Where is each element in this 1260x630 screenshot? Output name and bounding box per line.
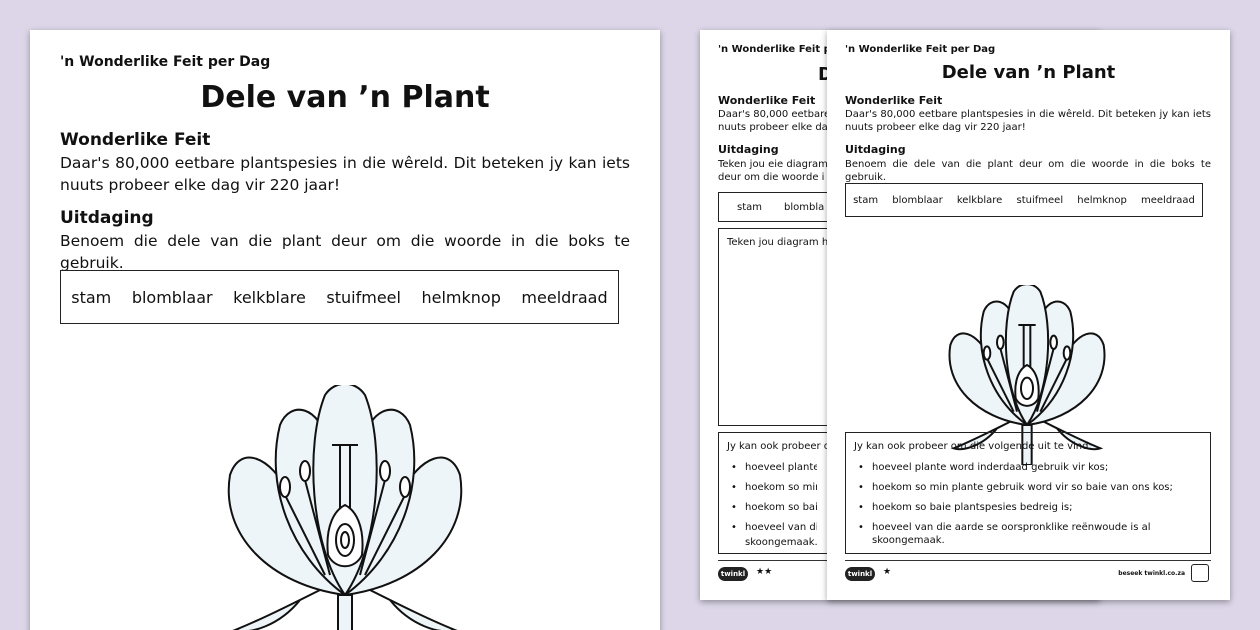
fact-text: Daar's 80,000 eetbare plantspesies in di… [60,154,630,194]
challenge-heading: Uitdaging [845,143,906,156]
twinkl-logo: twinkl [718,567,748,581]
series-label: 'n Wonderlike Feit per Dag [845,44,996,55]
flower-diagram [227,385,463,630]
fact-text: Daar's 80,000 eetbare plantspesies in di… [845,109,1211,133]
list-item: hoeveel plante word inderdaad gebruik vi… [854,461,1174,474]
challenge-text: Benoem die dele van die plant deur om di… [845,159,1211,183]
fact-heading: Wonderlike Feit [60,130,211,150]
list-item: hoekom so min plante gebruik word vir so… [854,481,1174,494]
list-item-continued: skoongemaak. [745,537,818,548]
research-box: Jy kan ook probeer om die volgende uit t… [845,432,1211,554]
word-item: meeldraad [1141,194,1195,206]
word-item: stuifmeel [326,287,401,307]
worksheet-front: 'n Wonderlike Feit per Dag Dele van ’n P… [827,30,1230,600]
series-label: 'n Wonderlike Feit per Dag [60,54,271,70]
research-list: hoeveel plante word inderdaad gebruik vi… [854,461,1174,554]
fact-heading: Wonderlike Feit [845,94,943,107]
quality-seal-icon [1191,564,1209,582]
worksheet-title: Dele van ’n Plant [941,62,1116,83]
word-item: meeldraad [521,287,608,307]
fact-heading: Wonderlike Feit [718,94,816,107]
research-intro: Jy kan ook probeer o [727,441,830,452]
word-box: stam blomblaar kelkblare stuifmeel helmk… [845,183,1203,217]
list-item: hoeveel van die [727,521,817,534]
word-item: stuifmeel [1016,194,1064,206]
footer: twinkl ★ beseek twinkl.co.za [845,560,1211,590]
word-item: stam [853,194,879,206]
list-item: hoekom so min [727,481,817,494]
word-item: blomblaar [892,194,943,206]
difficulty-stars: ★★ [756,567,773,577]
word-box: stam blomblaar kelkblare stuifmeel helmk… [60,270,619,324]
word-item: blombla [784,201,825,213]
word-item: kelkblare [233,287,306,307]
word-item: kelkblare [956,194,1003,206]
challenge-heading: Uitdaging [718,143,779,156]
word-item: helmknop [421,287,501,307]
twinkl-logo: twinkl [845,567,875,581]
worksheet-main: 'n Wonderlike Feit per Dag Dele van ’n P… [30,30,660,630]
difficulty-stars: ★ [883,567,892,577]
website-link: beseek twinkl.co.za [1118,570,1185,577]
word-item: stam [737,201,762,213]
research-intro: Jy kan ook probeer om die volgende uit t… [854,441,1092,452]
list-item: hoekom so baie [727,501,817,514]
research-list: hoeveel plante w hoekom so min hoekom so… [727,461,817,541]
word-item: helmknop [1077,194,1127,206]
word-item: stam [71,287,112,307]
challenge-heading: Uitdaging [60,208,154,228]
worksheet-title: Dele van ’n Plant [200,80,490,115]
challenge-text: Benoem die dele van die plant deur om di… [60,232,630,272]
list-item: hoekom so baie plantspesies bedreig is; [854,501,1174,514]
drawing-box-label: Teken jou diagram h [727,237,829,248]
word-item: blomblaar [131,287,213,307]
list-item: hoeveel van die aarde se oorspronklike r… [854,521,1174,547]
list-item: hoeveel plante w [727,461,817,474]
